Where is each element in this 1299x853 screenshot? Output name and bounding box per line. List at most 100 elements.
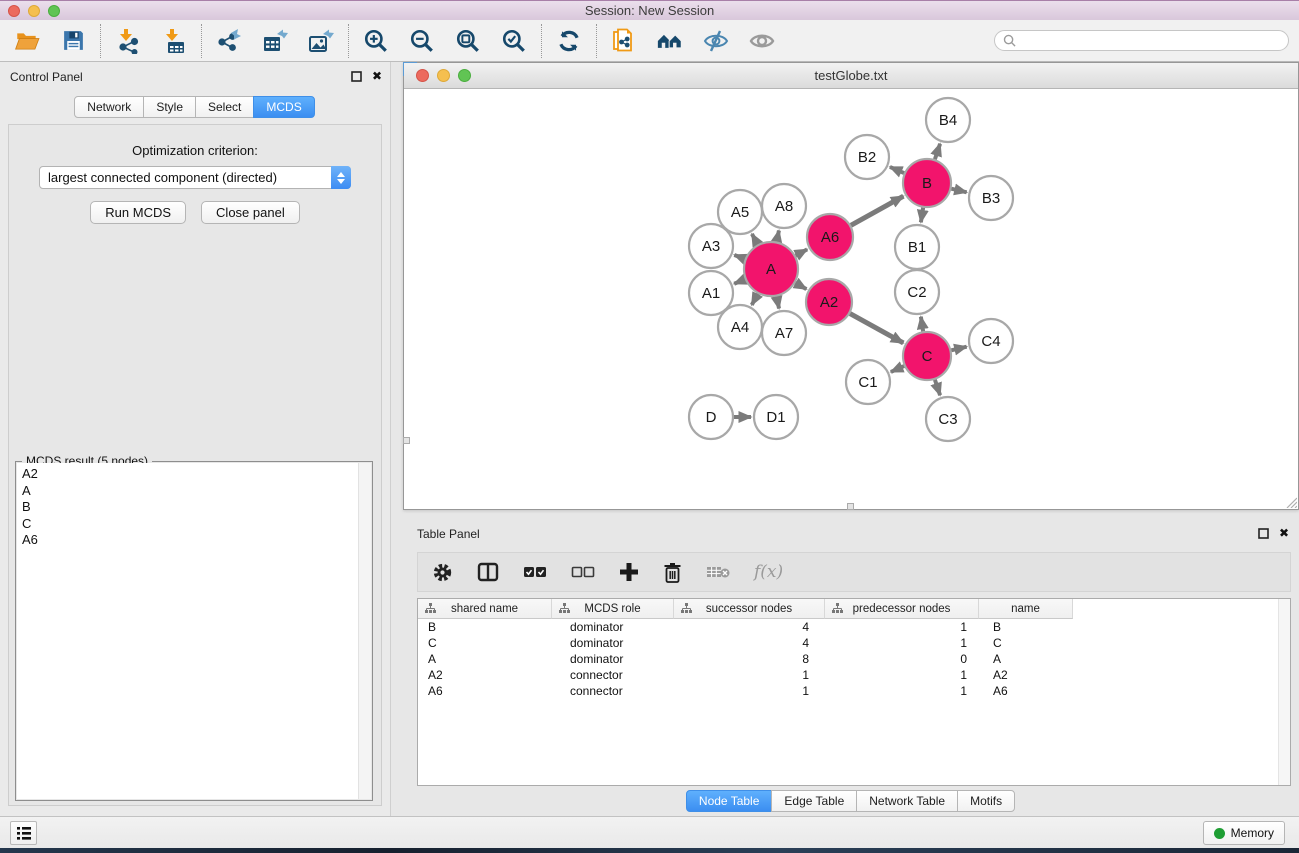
tab-node-table[interactable]: Node Table: [686, 790, 773, 812]
resize-handle-left[interactable]: [403, 437, 410, 444]
list-toggle-button[interactable]: [10, 821, 37, 845]
graph-edge-A-A3[interactable]: [734, 255, 745, 259]
column-header-shared-name[interactable]: shared name: [418, 599, 552, 619]
zoom-in-button[interactable]: [363, 28, 389, 54]
optimization-criterion-select[interactable]: largest connected component (directed): [39, 166, 351, 189]
table-scrollbar[interactable]: [1278, 599, 1290, 785]
table-row[interactable]: Cdominator41C: [418, 635, 1290, 651]
table-row[interactable]: Adominator80A: [418, 651, 1290, 667]
graph-edge-B-B2[interactable]: [890, 167, 904, 173]
delete-table-button[interactable]: [706, 564, 730, 580]
result-item[interactable]: A6: [17, 532, 371, 549]
graph-node-label-D1: D1: [766, 409, 785, 426]
column-header-name[interactable]: name: [979, 599, 1073, 619]
table-cell: dominator: [552, 620, 674, 634]
table-row[interactable]: A6connector11A6: [418, 683, 1290, 699]
tab-style[interactable]: Style: [143, 96, 196, 118]
graph-edge-A2-C[interactable]: [850, 314, 903, 343]
graph-node-label-A5: A5: [731, 204, 749, 221]
graph-edge-A-A2[interactable]: [795, 283, 806, 289]
result-item[interactable]: A2: [17, 466, 371, 483]
float-panel-icon[interactable]: [351, 71, 362, 82]
new-network-from-selection-button[interactable]: [611, 28, 637, 54]
node-table: shared nameMCDS rolesuccessor nodesprede…: [417, 598, 1291, 786]
deselect-all-button[interactable]: [571, 565, 595, 579]
memory-label: Memory: [1231, 826, 1274, 840]
select-all-button[interactable]: [523, 565, 547, 579]
tab-edge-table[interactable]: Edge Table: [771, 790, 857, 812]
show-all-button[interactable]: [749, 28, 775, 54]
delete-button[interactable]: [663, 562, 682, 583]
result-item[interactable]: A: [17, 483, 371, 500]
hide-selected-button[interactable]: [703, 28, 729, 54]
float-table-panel-icon[interactable]: [1258, 528, 1269, 539]
tab-select[interactable]: Select: [195, 96, 254, 118]
graph-edge-A-A5[interactable]: [752, 234, 758, 244]
graph-edge-A6-B[interactable]: [851, 196, 903, 225]
table-row[interactable]: A2connector11A2: [418, 667, 1290, 683]
add-button[interactable]: [619, 562, 639, 582]
zoom-fit-button[interactable]: [455, 28, 481, 54]
close-panel-button[interactable]: Close panel: [201, 201, 300, 224]
graph-edge-C-C3[interactable]: [935, 380, 940, 396]
graph-edge-C-C1[interactable]: [891, 366, 904, 372]
graph-edge-B-B4[interactable]: [935, 144, 940, 160]
graph-edge-C-C4[interactable]: [951, 347, 966, 351]
column-header-predecessor-nodes[interactable]: predecessor nodes: [825, 599, 979, 619]
table-cell: 1: [825, 684, 979, 698]
tab-mcds[interactable]: MCDS: [253, 96, 314, 118]
search-input[interactable]: [1021, 34, 1280, 48]
search-box[interactable]: [994, 30, 1289, 51]
export-image-button[interactable]: [308, 28, 334, 54]
resize-handle-bottom[interactable]: [847, 503, 854, 510]
graph-edge-A-A4[interactable]: [752, 294, 758, 305]
tab-network-table[interactable]: Network Table: [856, 790, 958, 812]
network-window-titlebar[interactable]: testGlobe.txt: [404, 63, 1298, 89]
result-item[interactable]: B: [17, 499, 371, 516]
zoom-out-icon: [409, 28, 435, 54]
memory-button[interactable]: Memory: [1203, 821, 1285, 845]
save-session-button[interactable]: [60, 28, 86, 54]
close-table-panel-icon[interactable]: ✖: [1279, 527, 1289, 539]
graph-edge-C-C2[interactable]: [921, 317, 923, 332]
split-view-button[interactable]: [477, 562, 499, 582]
resize-grip-icon: [1283, 494, 1297, 508]
result-scrollbar[interactable]: [358, 463, 371, 799]
mcds-result-list[interactable]: A2ABCA6: [17, 463, 371, 799]
column-settings-button[interactable]: [432, 562, 453, 583]
optimization-criterion-value: largest connected component (directed): [40, 170, 331, 185]
graph-edge-B-B1[interactable]: [921, 208, 923, 223]
zoom-selected-button[interactable]: [501, 28, 527, 54]
tab-motifs[interactable]: Motifs: [957, 790, 1015, 812]
table-body: Bdominator41BCdominator41CAdominator80AA…: [418, 619, 1290, 699]
resize-grip[interactable]: [1283, 494, 1297, 508]
network-canvas[interactable]: B4B2BB3A8A5A6A3B1AA1C2A2A4A7C4CC1C3DD1: [404, 89, 1298, 509]
table-toolbar: f(x): [417, 552, 1291, 592]
graph-edge-A-A6[interactable]: [796, 249, 808, 255]
zoom-out-button[interactable]: [409, 28, 435, 54]
column-header-MCDS-role[interactable]: MCDS role: [552, 599, 674, 619]
import-network-button[interactable]: [115, 28, 141, 54]
graph-edge-B-B3[interactable]: [951, 189, 966, 193]
column-header-successor-nodes[interactable]: successor nodes: [674, 599, 825, 619]
refresh-view-button[interactable]: [556, 28, 582, 54]
close-panel-icon[interactable]: ✖: [372, 70, 382, 82]
graph-edge-A-A7[interactable]: [777, 296, 779, 308]
result-item[interactable]: C: [17, 516, 371, 533]
tab-network[interactable]: Network: [74, 96, 144, 118]
open-file-button[interactable]: [14, 28, 40, 54]
function-builder-button[interactable]: f(x): [754, 562, 783, 582]
memory-status-icon: [1214, 828, 1225, 839]
graph-edge-A-A1[interactable]: [734, 279, 745, 283]
export-table-button[interactable]: [262, 28, 288, 54]
application-window: Session: New Session: [0, 0, 1299, 853]
table-cell: 1: [825, 668, 979, 682]
first-neighbors-button[interactable]: [657, 28, 683, 54]
run-mcds-button[interactable]: Run MCDS: [90, 201, 186, 224]
table-row[interactable]: Bdominator41B: [418, 619, 1290, 635]
export-network-button[interactable]: [216, 28, 242, 54]
network-window: testGlobe.txt B4B2BB3A8A5A6A3B1AA1C2A2A4…: [403, 62, 1299, 510]
graph-edge-A-A8[interactable]: [777, 230, 779, 241]
import-table-button[interactable]: [161, 28, 187, 54]
table-cell: 1: [825, 636, 979, 650]
